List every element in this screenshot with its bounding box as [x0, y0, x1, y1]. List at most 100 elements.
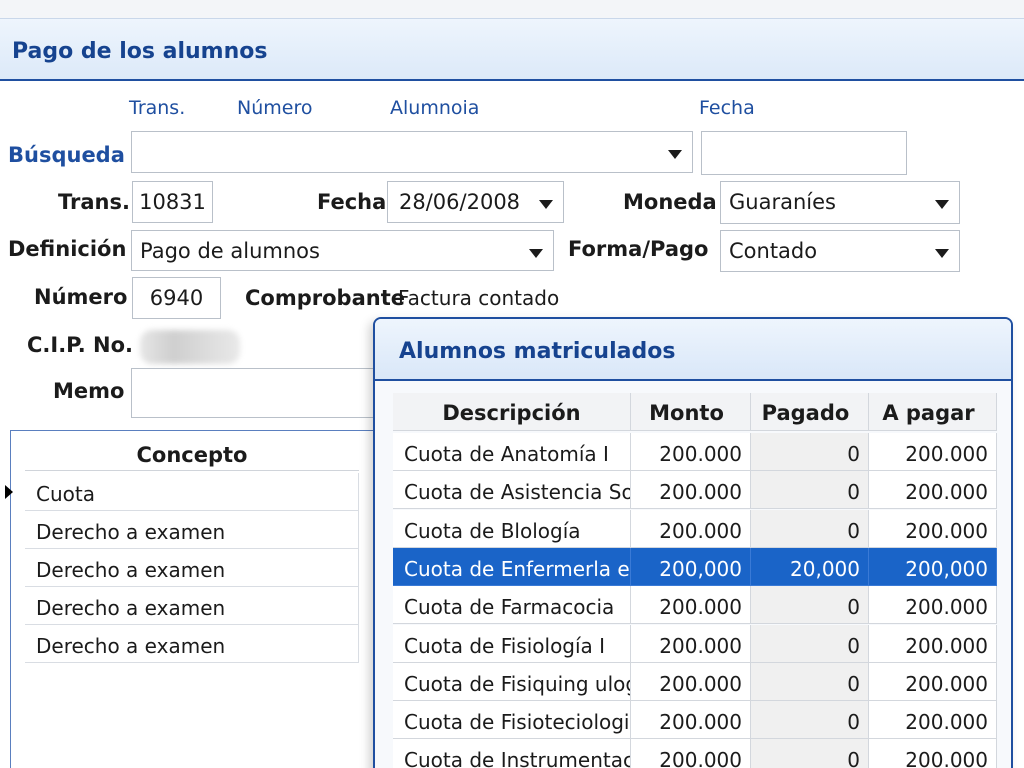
forma-pago-select[interactable]: Contado — [720, 230, 960, 272]
table-row[interactable]: Derecho a examen — [25, 587, 359, 625]
table-row[interactable]: Cuota de Instrumentación200.0000200.000 — [393, 739, 997, 768]
window-title: Pago de los alumnos — [12, 39, 268, 64]
cip-redacted-value — [140, 330, 240, 364]
numero-field[interactable]: 6940 — [132, 277, 221, 319]
monto-cell: 200.000 — [631, 662, 751, 701]
chevron-down-icon[interactable] — [935, 249, 949, 258]
table-row[interactable]: Derecho a examen — [25, 625, 359, 663]
numero-value: 6940 — [149, 286, 204, 310]
monto-cell: 200.000 — [631, 739, 751, 768]
definicion-select[interactable]: Pago de alumnos — [131, 230, 554, 271]
monto-cell: 200.000 — [631, 624, 751, 663]
comprobante-label: Comprobante — [245, 286, 405, 310]
monto-cell: 200.000 — [631, 701, 751, 740]
cip-label: C.I.P. No. — [27, 333, 133, 357]
descripcion-cell: Cuota de Anatomía I — [393, 433, 631, 471]
descripcion-cell: Cuota de Fisiquing ulogia — [393, 662, 631, 701]
concepto-grid: Concepto Cuota Derecho a examen Derecho … — [10, 430, 390, 768]
a-pagar-cell: 200.000 — [869, 586, 997, 625]
table-row[interactable]: Derecho a examen — [25, 549, 359, 587]
table-row[interactable]: Cuota de Fisiología I 200.000 0 200.000 — [393, 624, 997, 663]
table-row[interactable]: Cuota — [25, 473, 359, 511]
a-pagar-cell: 200.000 — [869, 433, 997, 471]
moneda-label: Moneda — [623, 190, 717, 214]
table-row[interactable]: Cuota de Asistencia Social200.0000200.00… — [393, 471, 997, 510]
window-titlebar: Pago de los alumnos — [0, 18, 1024, 81]
pagado-cell: 0 — [751, 509, 869, 548]
pagado-cell: 0 — [751, 433, 869, 471]
forma-pago-value: Contado — [729, 239, 818, 263]
search-header-alumno: Alumnoia — [390, 97, 480, 119]
forma-pago-label: Forma/Pago — [568, 237, 709, 261]
chevron-down-icon[interactable] — [668, 150, 682, 159]
popup-titlebar: Alumnos matriculados — [375, 319, 1011, 381]
comprobante-value: Factura contado — [398, 286, 560, 310]
busqueda-fecha-field[interactable] — [701, 131, 907, 175]
monto-cell: 200.000 — [631, 471, 751, 510]
table-row[interactable]: Cuota de Farmacocia 200.000 0 200.000 — [393, 586, 997, 625]
alumnos-matriculados-popup: Alumnos matriculados Descripción Monto P… — [373, 317, 1013, 768]
descripcion-cell: Cuota de Fisiología I — [393, 624, 631, 663]
chevron-down-icon[interactable] — [935, 200, 949, 209]
row-pointer-icon — [5, 485, 13, 499]
monto-cell: 200.000 — [631, 433, 751, 471]
table-row[interactable]: Cuota de Fisioteciologia 200.000 0 200.000 — [393, 701, 997, 740]
a-pagar-cell: 200.000 — [869, 509, 997, 548]
table-row[interactable]: Cuota de Fisiquing ulogia 200.000 0 200.000 — [393, 662, 997, 701]
trans-field[interactable]: 10831 — [132, 181, 213, 223]
top-strip — [0, 0, 1024, 18]
a-pagar-cell: 200.000 — [869, 662, 997, 701]
popup-title: Alumnos matriculados — [399, 339, 676, 364]
numero-label: Número — [34, 285, 128, 309]
a-pagar-cell: 200.000 — [869, 471, 997, 510]
table-row[interactable]: Cuota de Anatomía I 200.000 0 200.000 — [393, 433, 997, 471]
fecha-value: 28/06/2008 — [399, 190, 521, 214]
chevron-down-icon[interactable] — [529, 249, 543, 258]
pagado-cell: 0 — [751, 662, 869, 701]
definicion-label: Definición — [8, 237, 127, 261]
descripcion-cell: Cuota de Enfermerla en — [393, 547, 631, 586]
table-row-selected[interactable]: Cuota de Enfermerla en 200,000 20,000 200,0… — [393, 547, 997, 586]
descripcion-cell: Cuota de Instrumentación — [393, 739, 631, 768]
column-header-descripcion[interactable]: Descripción — [393, 393, 631, 431]
search-header-numero: Número — [237, 97, 313, 119]
descripcion-cell: Cuota de Blología — [393, 509, 631, 548]
pagado-cell: 0 — [751, 739, 869, 768]
memo-field[interactable] — [131, 368, 391, 418]
column-header-monto[interactable]: Monto — [631, 393, 751, 431]
column-header-a-pagar[interactable]: A pagar — [869, 393, 997, 431]
pagado-cell: 0 — [751, 586, 869, 625]
moneda-select[interactable]: Guaraníes — [720, 181, 960, 224]
column-header-pagado[interactable]: Pagado — [751, 393, 869, 431]
a-pagar-cell: 200,000 — [869, 547, 997, 586]
fecha-picker[interactable]: 28/06/2008 — [387, 181, 564, 223]
descripcion-cell: Cuota de Asistencia Social — [393, 471, 631, 510]
monto-cell: 200,000 — [631, 547, 751, 586]
monto-cell: 200.000 — [631, 509, 751, 548]
monto-cell: 200.000 — [631, 586, 751, 625]
pagado-cell: 0 — [751, 471, 869, 510]
busqueda-label: Búsqueda — [8, 143, 125, 167]
search-header-fecha: Fecha — [699, 97, 755, 119]
descripcion-cell: Cuota de Farmacocia — [393, 586, 631, 625]
trans-label: Trans. — [58, 190, 130, 214]
trans-value: 10831 — [139, 190, 206, 214]
a-pagar-cell: 200.000 — [869, 739, 997, 768]
definicion-value: Pago de alumnos — [140, 239, 320, 263]
memo-label: Memo — [53, 379, 125, 403]
pagado-cell: 20,000 — [751, 547, 869, 586]
table-row[interactable]: Cuota de Blología 200.000 0 200.000 — [393, 509, 997, 548]
descripcion-cell: Cuota de Fisioteciologia — [393, 701, 631, 740]
table-row[interactable]: Derecho a examen — [25, 511, 359, 549]
grid-header-row: Descripción Monto Pagado A pagar — [393, 393, 997, 431]
busqueda-combo[interactable] — [131, 131, 693, 173]
search-header-trans: Trans. — [129, 97, 186, 119]
concepto-header: Concepto — [25, 435, 359, 471]
pagado-cell: 0 — [751, 624, 869, 663]
pagado-cell: 0 — [751, 701, 869, 740]
a-pagar-cell: 200.000 — [869, 701, 997, 740]
chevron-down-icon[interactable] — [539, 200, 553, 209]
fecha-label: Fecha — [317, 190, 387, 214]
a-pagar-cell: 200.000 — [869, 624, 997, 663]
moneda-value: Guaraníes — [729, 190, 836, 214]
